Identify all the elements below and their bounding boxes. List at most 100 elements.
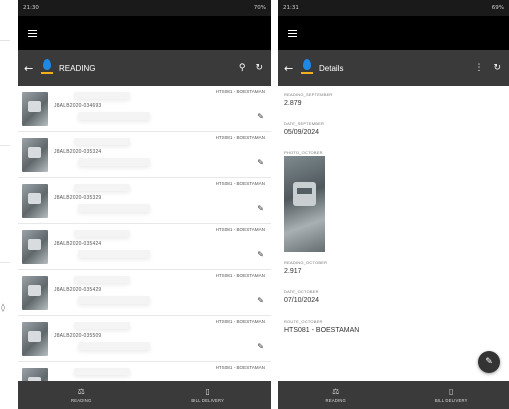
status-time: 21:30 [23, 5, 39, 11]
meter-photo[interactable] [284, 156, 325, 252]
meter-icon: ⚖ [332, 387, 340, 396]
route-label: HTS081 - BOESTAMAN [215, 89, 265, 94]
reading-september-value: 2.879 [284, 100, 302, 107]
edit-icon[interactable]: ✎ [257, 250, 264, 259]
refresh-icon[interactable]: ↻ [255, 63, 263, 73]
backdrop-page: ◊ [0, 0, 12, 409]
redacted-address [78, 250, 150, 258]
reading-september-label: READING_SEPTEMBER [284, 92, 333, 97]
status-battery: 69% [491, 5, 504, 11]
list-item[interactable]: J8ALB2020-035429 HTS081 - BOESTAMAN ✎ [18, 270, 271, 316]
meter-thumbnail [22, 322, 48, 356]
list-item[interactable]: J8ALB2020-035329 HTS081 - BOESTAMAN ✎ [18, 178, 271, 224]
route-label: HTS081 - BOESTAMAN [215, 227, 265, 232]
meter-thumbnail [22, 92, 48, 126]
route-october-label: ROUTE_OCTOBER [284, 319, 323, 324]
list-item[interactable]: J8ALB2020-034693 HTS081 - BOESTAMAN ✎ [18, 86, 271, 132]
screen-divider [271, 0, 278, 409]
redacted-name [74, 138, 130, 145]
meter-id: J8ALB2020-035329 [54, 195, 102, 201]
status-bar: 21:31 69% [278, 0, 509, 16]
more-options-icon[interactable]: ⋮ [474, 63, 483, 73]
redacted-address [78, 112, 150, 120]
redacted-address [78, 296, 150, 304]
receipt-icon: ▯ [205, 387, 210, 396]
reading-october-label: READING_OCTOBER [284, 260, 328, 265]
nav-label: BILL DELIVERY [434, 398, 468, 403]
backdrop-glyph: ◊ [1, 303, 5, 312]
redacted-address [78, 342, 150, 350]
toolbar: ← Details ⋮ ↻ [278, 50, 509, 86]
edit-icon[interactable]: ✎ [257, 342, 264, 351]
nav-label: READING [325, 398, 346, 403]
redacted-name [74, 230, 130, 237]
back-arrow-icon[interactable]: ← [24, 62, 38, 75]
bottom-navigation: ⚖ READING ▯ BILL DELIVERY [18, 381, 271, 409]
redacted-name [74, 92, 130, 99]
route-october-value: HTS081 - BOESTAMAN [284, 327, 360, 334]
route-label: HTS081 - BOESTAMAN [215, 365, 265, 370]
meter-thumbnail [22, 230, 48, 264]
route-label: HTS081 - BOESTAMAN [215, 135, 265, 140]
date-september-value: 05/09/2024 [284, 129, 320, 136]
list-item[interactable]: J8ALB2020-035324 HTS081 - BOESTAMAN ✎ [18, 132, 271, 178]
receipt-icon: ▯ [449, 387, 454, 396]
toolbar-actions: ⚲ ↻ [239, 50, 263, 86]
edit-icon[interactable]: ✎ [257, 296, 264, 305]
reading-list-screen: 21:30 70% ← READING ⚲ ↻ J8ALB2020-034693… [18, 0, 271, 409]
date-october-value: 07/10/2024 [284, 297, 320, 304]
route-label: HTS081 - BOESTAMAN [215, 181, 265, 186]
menu-icon[interactable] [28, 30, 37, 37]
date-october-label: DATE_OCTOBER [284, 289, 319, 294]
menu-icon[interactable] [288, 30, 297, 37]
page-title: READING [59, 63, 96, 73]
meter-thumbnail [22, 276, 48, 310]
redacted-address [78, 158, 150, 166]
edit-icon[interactable]: ✎ [257, 112, 264, 121]
backdrop-line [0, 262, 10, 263]
back-arrow-icon[interactable]: ← [284, 62, 298, 75]
nav-label: READING [71, 398, 92, 403]
edit-icon[interactable]: ✎ [257, 204, 264, 213]
reading-list: J8ALB2020-034693 HTS081 - BOESTAMAN ✎ J8… [18, 86, 271, 381]
photo-october-label: PHOTO_OCTOBER [284, 150, 323, 155]
refresh-icon[interactable]: ↻ [493, 63, 501, 73]
backdrop-line [0, 145, 10, 146]
screenshot-stage: ◊ 21:30 70% ← READING ⚲ ↻ J8ALB2020-0346… [0, 0, 509, 409]
edit-icon[interactable]: ✎ [257, 158, 264, 167]
meter-thumbnail [22, 368, 48, 381]
redacted-name [74, 184, 130, 191]
details-screen: 21:31 69% ← Details ⋮ ↻ READING_SEPTEMBE… [278, 0, 509, 409]
app-header [278, 16, 509, 50]
redacted-name [74, 276, 130, 283]
nav-reading[interactable]: ⚖ READING [18, 381, 145, 409]
meter-thumbnail [22, 184, 48, 218]
nav-reading[interactable]: ⚖ READING [278, 381, 394, 409]
toolbar: ← READING ⚲ ↻ [18, 50, 271, 86]
meter-id: J8ALB2020-035324 [54, 149, 102, 155]
backdrop-line [0, 40, 10, 41]
company-logo-icon [40, 58, 54, 78]
search-icon[interactable]: ⚲ [239, 63, 246, 73]
reading-october-value: 2.917 [284, 268, 302, 275]
company-logo-icon [300, 58, 314, 78]
redacted-name [74, 368, 130, 375]
edit-fab-button[interactable]: ✎ [478, 351, 500, 373]
meter-id: J8ALB2020-035509 [54, 333, 102, 339]
redacted-address [78, 204, 150, 212]
toolbar-actions: ⋮ ↻ [474, 50, 501, 86]
meter-id: J8ALB2020-034693 [54, 103, 102, 109]
list-item[interactable]: HTS081 - BOESTAMAN [18, 362, 271, 381]
details-panel: READING_SEPTEMBER 2.879 DATE_SEPTEMBER 0… [278, 86, 509, 381]
nav-bill-delivery[interactable]: ▯ BILL DELIVERY [394, 381, 509, 409]
list-item[interactable]: J8ALB2020-035424 HTS081 - BOESTAMAN ✎ [18, 224, 271, 270]
route-label: HTS081 - BOESTAMAN [215, 319, 265, 324]
page-title: Details [319, 63, 344, 73]
list-item[interactable]: J8ALB2020-035509 HTS081 - BOESTAMAN ✎ [18, 316, 271, 362]
nav-bill-delivery[interactable]: ▯ BILL DELIVERY [145, 381, 272, 409]
nav-label: BILL DELIVERY [191, 398, 225, 403]
app-header [18, 16, 271, 50]
status-bar: 21:30 70% [18, 0, 271, 16]
bottom-navigation: ⚖ READING ▯ BILL DELIVERY [278, 381, 509, 409]
edit-icon: ✎ [485, 357, 493, 367]
